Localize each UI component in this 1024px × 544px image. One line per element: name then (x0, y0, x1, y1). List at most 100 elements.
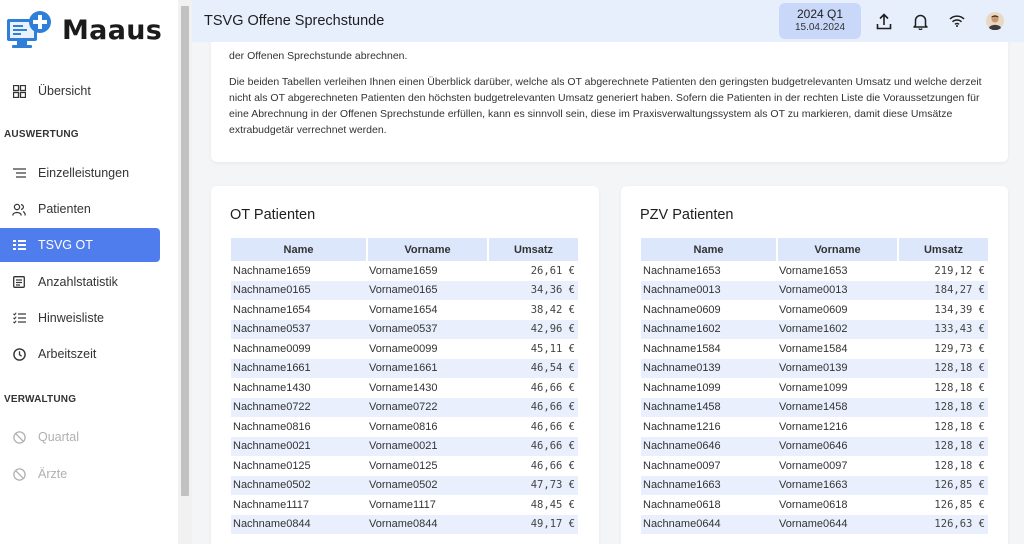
cell-vorname: Vorname0139 (777, 358, 898, 378)
sidebar-item-label: TSVG OT (38, 238, 93, 252)
column-header-umsatz[interactable]: Umsatz (898, 238, 988, 261)
table-row[interactable]: Nachname1602 Vorname1602 133,43 € (641, 319, 988, 339)
cell-umsatz: 128,18 € (898, 436, 988, 456)
table-row[interactable]: Nachname0013 Vorname0013 184,27 € (641, 280, 988, 300)
sidebar-item-tsvg-ot[interactable]: TSVG OT (0, 228, 160, 262)
sidebar-item-quartal: Quartal (0, 420, 160, 454)
quarter-selector[interactable]: 2024 Q1 15.04.2024 (779, 3, 861, 39)
table-row[interactable]: Nachname1430 Vorname1430 46,66 € (231, 378, 578, 398)
cell-umsatz: 49,17 € (488, 514, 578, 534)
cell-umsatz: 46,66 € (488, 436, 578, 456)
bell-icon[interactable] (910, 11, 930, 31)
cell-name: Nachname0618 (643, 498, 721, 511)
cell-umsatz: 46,66 € (488, 397, 578, 417)
dashboard-icon (12, 84, 26, 98)
cell-name: Nachname0125 (233, 459, 311, 472)
sidebar-item-aerzte: Ärzte (0, 457, 160, 491)
cell-name: Nachname0099 (233, 342, 311, 355)
table-row[interactable]: Nachname0609 Vorname0609 134,39 € (641, 300, 988, 320)
cell-umsatz: 26,61 € (530, 264, 575, 277)
sidebar-item-uebersicht[interactable]: Übersicht (0, 74, 160, 108)
table-row[interactable]: Nachname0722 Vorname0722 46,66 € (231, 397, 578, 417)
table-row[interactable]: Nachname1216 Vorname1216 128,18 € (641, 417, 988, 437)
table-row[interactable]: Nachname0502 Vorname0502 47,73 € (231, 475, 578, 495)
table-row[interactable]: Nachname1659 Vorname1659 26,61 € (231, 261, 578, 281)
cell-name: Nachname0537 (231, 319, 367, 339)
app-logo[interactable]: Maaus (6, 8, 162, 52)
table-row[interactable]: Nachname0816 Vorname0816 46,66 € (231, 417, 578, 437)
table-row[interactable]: Nachname0165 Vorname0165 34,36 € (231, 280, 578, 300)
cell-vorname: Vorname0021 (367, 436, 488, 456)
cell-name: Nachname1654 (233, 303, 311, 316)
pzv-table-body: Nachname1653 Vorname1653 219,12 € Nachname0… (641, 261, 988, 534)
section-label-auswertung: AUSWERTUNG (4, 129, 79, 140)
column-header-vorname[interactable]: Vorname (777, 238, 899, 261)
column-header-name[interactable]: Name (641, 238, 778, 261)
table-row[interactable]: Nachname0097 Vorname0097 128,18 € (641, 456, 988, 476)
table-row[interactable]: Nachname0099 Vorname0099 45,11 € (231, 339, 578, 359)
cell-vorname: Vorname1602 (777, 319, 898, 339)
blocked-icon (12, 467, 26, 481)
table-row[interactable]: Nachname0844 Vorname0844 49,17 € (231, 514, 578, 534)
table-row[interactable]: Nachname1458 Vorname1458 128,18 € (641, 397, 988, 417)
sidebar-item-label: Anzahlstatistik (38, 275, 118, 289)
cell-vorname: Vorname1661 (367, 358, 488, 378)
cell-umsatz: 129,73 € (934, 342, 985, 355)
table-row[interactable]: Nachname0021 Vorname0021 46,66 € (231, 436, 578, 456)
sidebar-scrollbar-thumb[interactable] (181, 6, 189, 496)
upload-icon[interactable] (874, 11, 894, 31)
cell-umsatz: 128,18 € (898, 397, 988, 417)
cell-name: Nachname0502 (231, 475, 367, 495)
table-row[interactable]: Nachname1099 Vorname1099 128,18 € (641, 378, 988, 398)
column-header-umsatz[interactable]: Umsatz (488, 238, 578, 261)
pzv-patients-table: Name Vorname Umsatz Nachname1653 Vorname1… (641, 238, 988, 534)
cell-name: Nachname1117 (233, 498, 310, 511)
table-row[interactable]: Nachname0646 Vorname0646 128,18 € (641, 436, 988, 456)
cell-vorname: Vorname1099 (779, 381, 848, 394)
table-row[interactable]: Nachname0644 Vorname0644 126,63 € (641, 514, 988, 534)
cell-umsatz: 38,42 € (530, 303, 575, 316)
document-icon (12, 275, 26, 289)
avatar[interactable] (985, 11, 1005, 31)
column-header-name[interactable]: Name (231, 238, 368, 261)
ot-patients-card: OT Patienten Name Vorname Umsatz Nachnam… (211, 186, 599, 544)
column-header-vorname[interactable]: Vorname (367, 238, 489, 261)
cell-umsatz: 184,27 € (898, 280, 988, 300)
sidebar-item-patienten[interactable]: Patienten (0, 192, 160, 226)
cell-umsatz: 46,66 € (530, 459, 575, 472)
cell-umsatz: 46,66 € (530, 420, 575, 433)
cell-umsatz: 45,11 € (530, 342, 575, 355)
section-label-verwaltung: VERWALTUNG (4, 394, 77, 405)
sidebar-item-hinweisliste[interactable]: Hinweisliste (0, 301, 160, 335)
cell-vorname: Vorname0125 (369, 459, 438, 472)
table-row[interactable]: Nachname1584 Vorname1584 129,73 € (641, 339, 988, 359)
table-row[interactable]: Nachname1654 Vorname1654 38,42 € (231, 300, 578, 320)
table-row[interactable]: Nachname0537 Vorname0537 42,96 € (231, 319, 578, 339)
table-row[interactable]: Nachname1663 Vorname1663 126,85 € (641, 475, 988, 495)
sidebar-item-einzelleistungen[interactable]: Einzelleistungen (0, 156, 160, 190)
cell-vorname: Vorname0609 (779, 303, 848, 316)
table-row[interactable]: Nachname0125 Vorname0125 46,66 € (231, 456, 578, 476)
cell-vorname: Vorname1653 (779, 264, 848, 277)
wifi-icon[interactable] (947, 11, 967, 31)
table-row[interactable]: Nachname0618 Vorname0618 126,85 € (641, 495, 988, 515)
cell-name: Nachname1430 (233, 381, 311, 394)
table-row[interactable]: Nachname1653 Vorname1653 219,12 € (641, 261, 988, 281)
quarter-label: 2024 Q1 (796, 7, 844, 21)
table-row[interactable]: Nachname0139 Vorname0139 128,18 € (641, 358, 988, 378)
quarter-date: 15.04.2024 (794, 22, 846, 33)
sidebar-item-anzahlstatistik[interactable]: Anzahlstatistik (0, 265, 160, 299)
sidebar-item-arbeitszeit[interactable]: Arbeitszeit (0, 337, 160, 371)
cell-vorname: Vorname1659 (369, 264, 438, 277)
sidebar-item-label: Patienten (38, 202, 91, 216)
intro-card: der Offenen Sprechstunde abrechnen. Die … (211, 34, 1008, 162)
cell-umsatz: 128,18 € (934, 420, 985, 433)
cell-vorname: Vorname1430 (369, 381, 438, 394)
cell-name: Nachname1661 (231, 358, 367, 378)
table-row[interactable]: Nachname1661 Vorname1661 46,54 € (231, 358, 578, 378)
pzv-patients-title: PZV Patienten (640, 207, 734, 223)
cell-name: Nachname0609 (643, 303, 721, 316)
cell-umsatz: 128,18 € (934, 381, 985, 394)
table-row[interactable]: Nachname1117 Vorname1117 48,45 € (231, 495, 578, 515)
sidebar-item-label: Hinweisliste (38, 311, 104, 325)
